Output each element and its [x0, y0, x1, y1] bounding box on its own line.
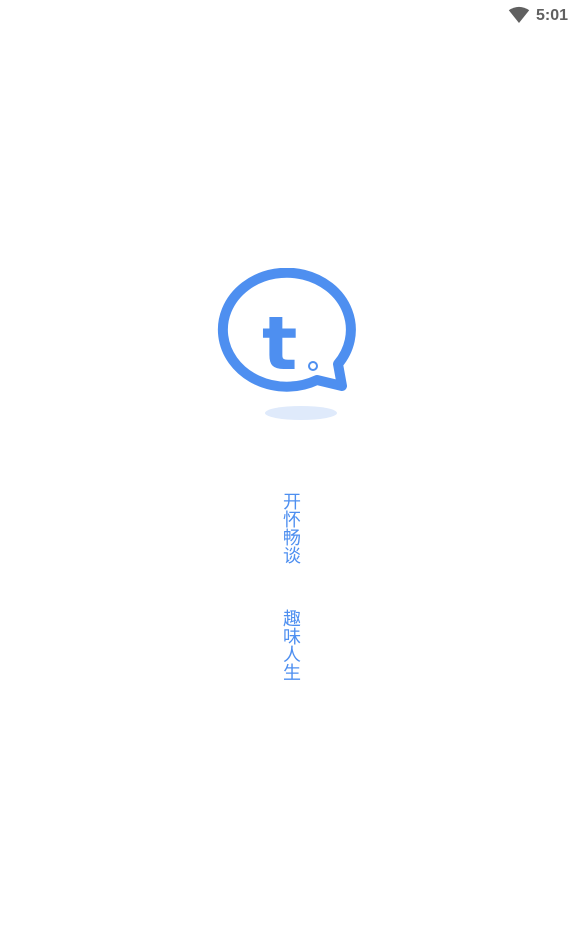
logo-shadow: [265, 406, 337, 420]
logo-letter: t: [262, 301, 297, 387]
status-bar: 5:01: [0, 0, 581, 32]
wifi-icon: [508, 6, 530, 23]
app-logo: t: [217, 268, 356, 420]
slogan-line-2: 趣味人生: [280, 609, 301, 681]
logo-dot: [308, 361, 318, 371]
slogan-line-1: 开怀畅谈: [280, 492, 301, 564]
status-time: 5:01: [536, 7, 569, 24]
